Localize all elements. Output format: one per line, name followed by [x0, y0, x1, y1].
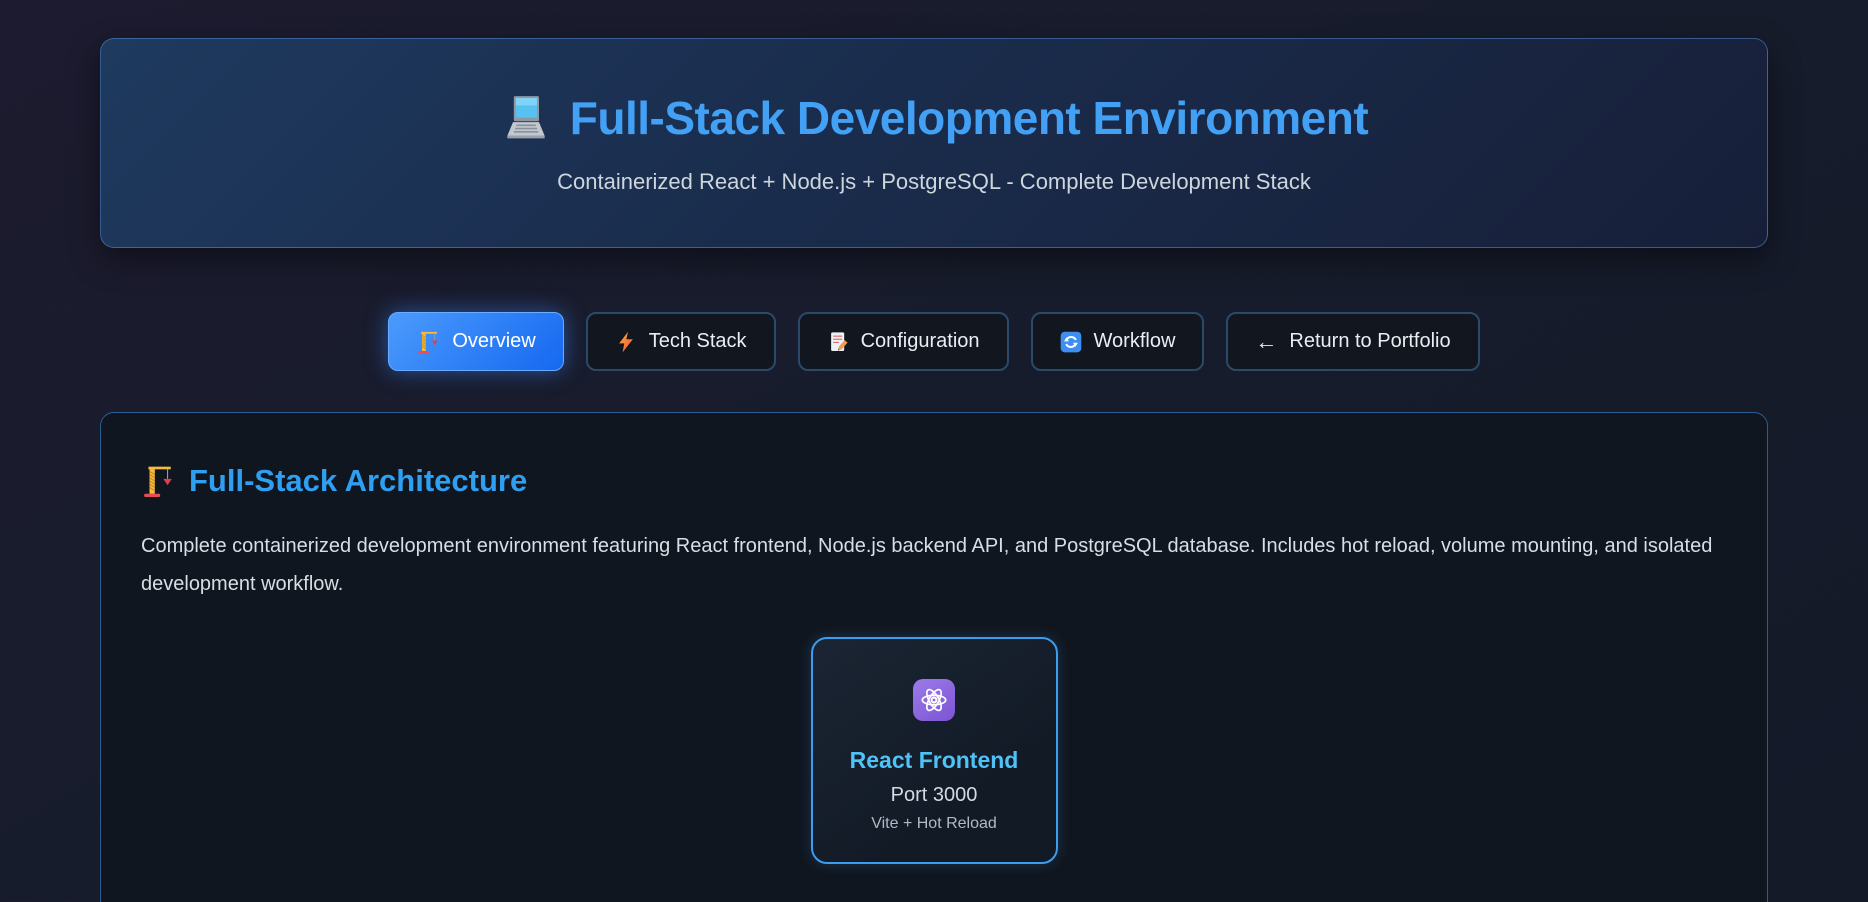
lightning-bolt-icon — [615, 331, 637, 353]
tab-configuration[interactable]: Configuration — [798, 312, 1009, 371]
card-title: React Frontend — [850, 747, 1019, 774]
tab-bar: Overview Tech Stack — [0, 312, 1868, 371]
return-to-portfolio-button[interactable]: ← Return to Portfolio — [1226, 312, 1479, 371]
tab-workflow[interactable]: Workflow — [1031, 312, 1205, 371]
cycle-arrows-icon — [1060, 331, 1082, 353]
overview-panel: Full-Stack Architecture Complete contain… — [100, 412, 1768, 902]
section-description: Complete containerized development envir… — [141, 527, 1727, 603]
page-subtitle: Containerized React + Node.js + PostgreS… — [557, 169, 1311, 195]
memo-icon — [827, 331, 849, 353]
construction-crane-icon — [416, 330, 440, 354]
page-title: Full-Stack Development Environment — [570, 91, 1368, 145]
atom-icon — [913, 679, 955, 721]
section-title: Full-Stack Architecture — [189, 463, 527, 499]
tab-label: Workflow — [1094, 330, 1176, 353]
tab-label: Return to Portfolio — [1289, 330, 1450, 353]
construction-crane-icon — [141, 464, 175, 498]
tab-label: Configuration — [861, 330, 980, 353]
card-port: Port 3000 — [891, 784, 978, 807]
laptop-icon — [500, 92, 552, 144]
header-banner: Full-Stack Development Environment Conta… — [100, 38, 1768, 248]
tab-label: Overview — [452, 330, 535, 353]
tab-tech-stack[interactable]: Tech Stack — [586, 312, 776, 371]
tab-label: Tech Stack — [649, 330, 747, 353]
card-detail: Vite + Hot Reload — [871, 815, 997, 833]
left-arrow-icon: ← — [1255, 331, 1277, 353]
tab-overview[interactable]: Overview — [388, 312, 563, 371]
react-frontend-card: React Frontend Port 3000 Vite + Hot Relo… — [811, 637, 1058, 864]
